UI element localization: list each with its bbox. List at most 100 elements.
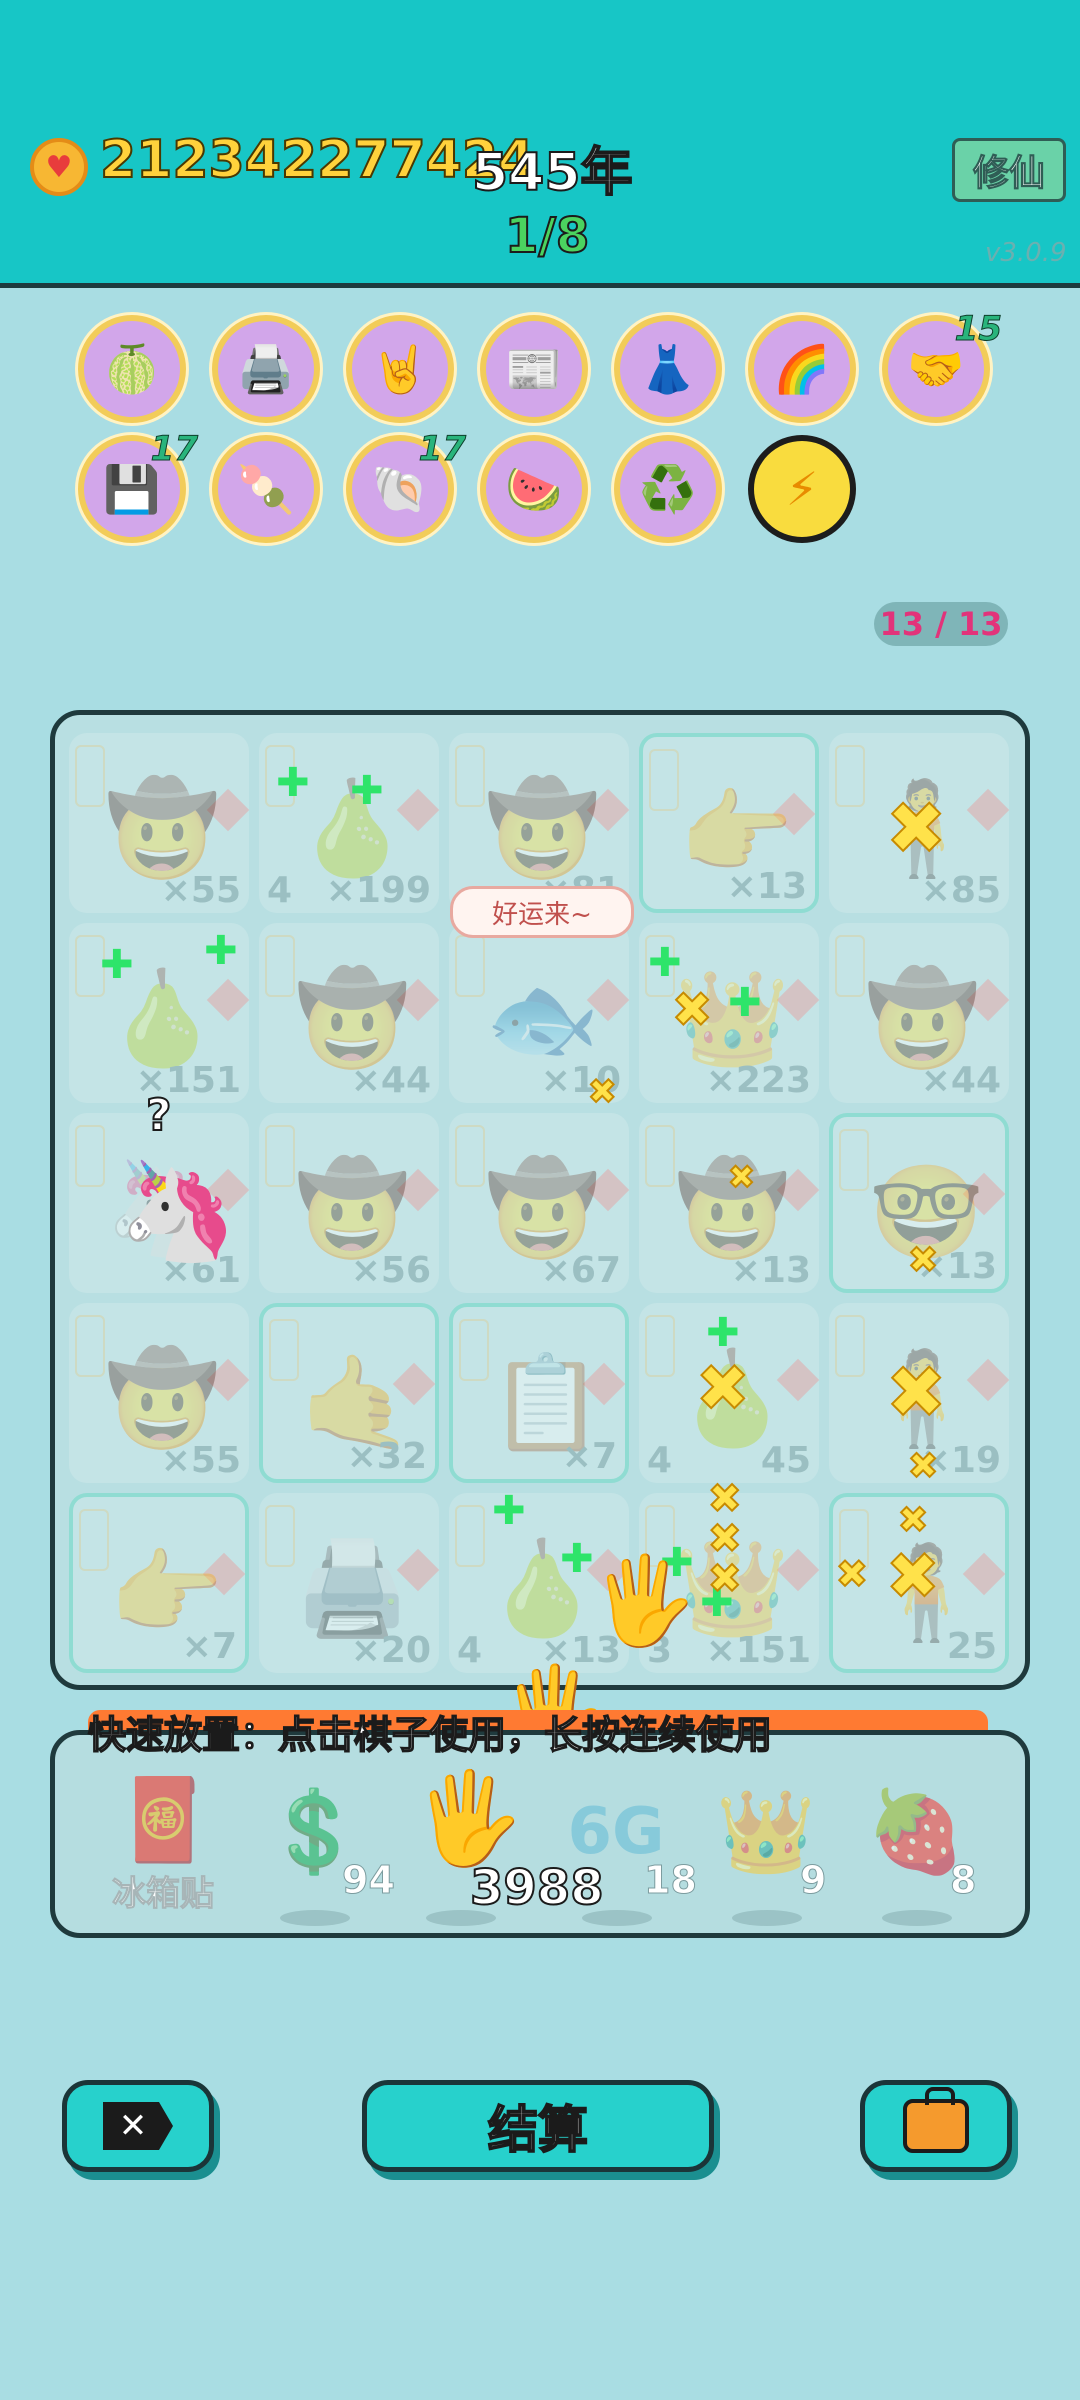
piece-count: ×20 (350, 1630, 431, 1671)
item-shadow (426, 1910, 496, 1926)
item-shadow (882, 1910, 952, 1926)
chopsticks-food-icon-glyph: 🍡 (237, 461, 295, 516)
piece-count: ×55 (160, 1440, 241, 1481)
coin-balance: 212342277424 (99, 129, 535, 191)
version-label: v3.0.9 (985, 238, 1067, 268)
board-cell[interactable]: 🤠 ×13 (639, 1113, 820, 1293)
cultivate-button[interactable]: 修仙 (952, 138, 1066, 202)
piece-count: ×199 (325, 870, 431, 911)
exit-button[interactable]: ✕ (62, 2080, 214, 2172)
rarity-tag (645, 1125, 675, 1187)
board-cell[interactable]: 📋 ×7 (449, 1303, 629, 1483)
rock-hand-icon[interactable]: 🤘 (346, 315, 454, 423)
board-cell[interactable]: 🤙 ×32 (259, 1303, 439, 1483)
board-cell[interactable]: 🤠 ×55 (69, 1303, 250, 1483)
cross-mark-icon: ✖ (897, 1499, 929, 1542)
shell-icon-glyph: 🐚 (371, 461, 429, 516)
piece-level: 4 (267, 870, 293, 911)
rarity-tag (265, 1505, 295, 1567)
piece-count: ×32 (346, 1436, 427, 1477)
board-cell[interactable]: 👉 ×13 (639, 733, 819, 913)
rarity-tag (269, 1319, 299, 1381)
rarity-tag (839, 1129, 869, 1191)
close-icon: ✕ (103, 2102, 173, 2150)
time-magazine-icon[interactable]: 📰 (480, 315, 588, 423)
red-hand-effect: 🖐️ (590, 1551, 698, 1651)
board-cell[interactable]: 🖨️ ×20 (259, 1493, 440, 1673)
cross-mark-icon: ✖ (727, 1157, 756, 1197)
fruit-bowl-icon[interactable]: 🍉 (480, 435, 588, 543)
piece-count: 25 (946, 1626, 997, 1667)
piece-counter: 13 / 13 (874, 602, 1008, 646)
fridge-magnet-fu-icon[interactable]: 🧧 (104, 1760, 224, 1880)
speech-bubble: 好运来~ (450, 886, 634, 938)
question-mark-icon: ? (145, 1089, 172, 1142)
sparkle-effect: ✚ (276, 760, 310, 806)
pomelo-icon[interactable]: 🍈 (78, 315, 186, 423)
board-cell[interactable]: 🤠 ×67 (449, 1113, 630, 1293)
piece-level: 4 (647, 1440, 673, 1481)
piece-count: ×56 (350, 1250, 431, 1291)
sparkle-effect: ✚ (728, 980, 762, 1026)
sparkle-effect: ✚ (560, 1536, 594, 1582)
rgb-icon-glyph: 🌈 (773, 341, 831, 396)
year-counter: 545年 (471, 142, 634, 204)
board-cell[interactable]: 🤠 ×55 (69, 733, 250, 913)
rarity-tag (455, 745, 485, 807)
sparkle-effect: ✚ (706, 1310, 740, 1356)
board-cell[interactable]: 🤠 ×44 (829, 923, 1010, 1103)
piece-count: ×55 (160, 870, 241, 911)
tray-item-count: 94 (342, 1858, 396, 1903)
printer-icon[interactable]: 🖨️ (212, 315, 320, 423)
board-cell[interactable]: 👉 ×7 (69, 1493, 249, 1673)
piece-icon: 🤠 (485, 775, 600, 882)
rarity-tag (455, 1505, 485, 1567)
rarity-tag (265, 935, 295, 997)
piece-icon: 🤠 (485, 1155, 600, 1262)
rarity-tag (75, 745, 105, 807)
lightning-icon-glyph: ⚡ (785, 462, 819, 516)
relic-level-badge: 17 (418, 429, 466, 470)
rarity-tag (455, 935, 485, 997)
handshake-icon[interactable]: 🤝 15 (882, 309, 1003, 423)
board-cell[interactable]: 🤠 ×56 (259, 1113, 440, 1293)
cross-mark-icon: ✖ (707, 1555, 742, 1603)
chopsticks-food-icon[interactable]: 🍡 (212, 435, 320, 543)
unicorn-pet[interactable]: 🦄 (118, 1155, 238, 1268)
piece-icon: 🐟 (485, 965, 600, 1072)
lightning-icon[interactable]: ⚡ (748, 435, 856, 543)
rarity-tag (455, 1125, 485, 1187)
backpack-button[interactable] (860, 2080, 1012, 2172)
piece-icon: 🤠 (295, 1155, 410, 1262)
relic-level-badge: 15 (954, 309, 1002, 350)
stage-progress: 1/8 (504, 207, 590, 265)
fruit-bowl-icon-glyph: 🍉 (505, 461, 563, 516)
rarity-tag (645, 1315, 675, 1377)
piece-count: ×44 (350, 1060, 431, 1101)
cross-mark-icon: ✖ (835, 1551, 869, 1597)
recycle-icon[interactable]: ♻️ (614, 435, 722, 543)
skirt-icon[interactable]: 👗 (614, 315, 722, 423)
sparkle-effect: ✚ (492, 1488, 526, 1534)
rarity-tag (649, 749, 679, 811)
rarity-tag (79, 1509, 109, 1571)
cross-mark-icon: ✖ (671, 981, 713, 1039)
shell-icon[interactable]: 🐚 17 (346, 429, 467, 543)
piece-count: ×7 (181, 1626, 237, 1667)
cross-mark-icon: ✖ (587, 1071, 617, 1113)
cpu-chip-icon[interactable]: 💾 17 (78, 429, 199, 543)
sparkle-effect: ✚ (350, 768, 384, 814)
tray-item-count: 8 (949, 1858, 977, 1903)
rarity-tag (75, 1125, 105, 1187)
sparkle-effect: ✚ (100, 942, 134, 988)
piece-level: 4 (457, 1630, 483, 1671)
piece-count: ×67 (540, 1250, 621, 1291)
cross-mark-icon: ✖ (907, 1445, 939, 1488)
relic-collection: 🍈 🖨️ 🤘 📰 👗 🌈 🤝 15 💾 17 🍡 🐚 17 🍉 ♻️ ⚡ (78, 309, 1018, 555)
rgb-icon[interactable]: 🌈 (748, 315, 856, 423)
cross-mark-icon: ✖ (885, 1349, 947, 1435)
settle-button[interactable]: 结算 (362, 2080, 714, 2172)
piece-count: ×7 (561, 1436, 617, 1477)
board-cell[interactable]: 🤠 ×44 (259, 923, 440, 1103)
piece-count: ×151 (705, 1630, 811, 1671)
